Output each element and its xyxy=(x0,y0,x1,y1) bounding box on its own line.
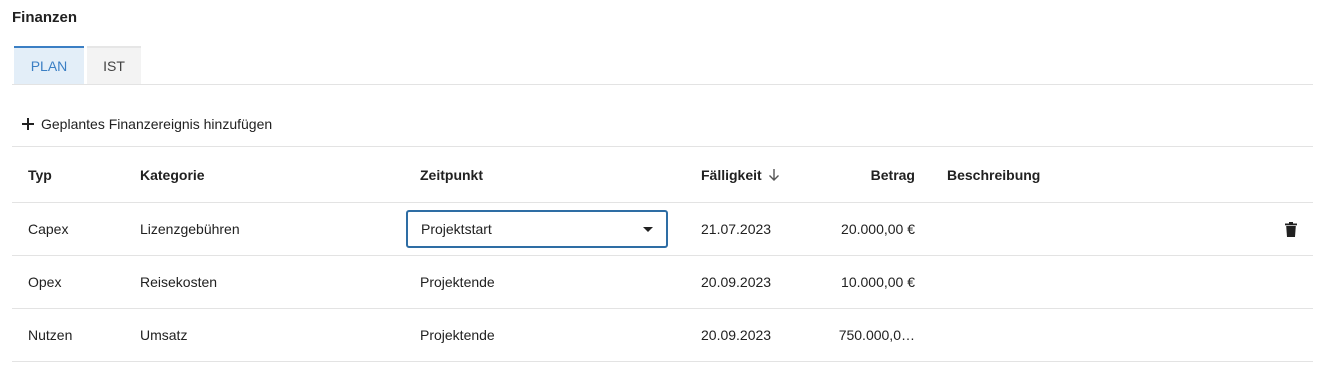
cell-faelligkeit: 20.09.2023 xyxy=(701,327,772,343)
cell-betrag: 750.000,0… xyxy=(838,327,915,343)
cell-typ: Nutzen xyxy=(28,327,73,343)
trash-icon xyxy=(1285,221,1297,237)
tab-ist[interactable]: IST xyxy=(87,46,141,84)
table-header-row: Typ Kategorie Zeitpunkt Fälligkeit Betra… xyxy=(12,146,1313,203)
column-header-beschreibung[interactable]: Beschreibung xyxy=(947,147,1040,202)
cell-kategorie: Lizenzgebühren xyxy=(140,221,240,237)
zeitpunkt-select-value: Projektstart xyxy=(421,221,492,237)
arrow-down-icon[interactable] xyxy=(768,168,780,182)
plus-icon xyxy=(22,118,34,130)
add-planned-event-label: Geplantes Finanzereignis hinzufügen xyxy=(41,116,273,132)
tab-divider xyxy=(12,84,1313,85)
column-header-faelligkeit[interactable]: Fälligkeit xyxy=(701,147,780,202)
cell-zeitpunkt: Projektende xyxy=(420,274,495,290)
cell-faelligkeit: 20.09.2023 xyxy=(701,274,772,290)
table-row[interactable]: Capex Lizenzgebühren Projektstart 21.07.… xyxy=(12,203,1313,256)
cell-betrag: 20.000,00 € xyxy=(841,221,915,237)
cell-typ: Capex xyxy=(28,221,69,237)
column-header-betrag[interactable]: Betrag xyxy=(812,147,915,202)
column-header-typ[interactable]: Typ xyxy=(28,147,52,202)
tab-bar: PLAN IST xyxy=(14,46,141,84)
cell-kategorie: Umsatz xyxy=(140,327,188,343)
finance-table: Typ Kategorie Zeitpunkt Fälligkeit Betra… xyxy=(12,146,1313,362)
tab-plan[interactable]: PLAN xyxy=(14,46,84,84)
table-row[interactable]: Opex Reisekosten Projektende 20.09.2023 … xyxy=(12,256,1313,309)
dropdown-arrow-icon xyxy=(643,227,653,232)
table-row[interactable]: Nutzen Umsatz Projektende 20.09.2023 750… xyxy=(12,309,1313,362)
delete-button[interactable] xyxy=(1280,203,1302,255)
cell-betrag: 10.000,00 € xyxy=(841,274,915,290)
add-planned-event-button[interactable]: Geplantes Finanzereignis hinzufügen xyxy=(22,114,272,134)
column-header-zeitpunkt[interactable]: Zeitpunkt xyxy=(420,147,483,202)
column-header-faelligkeit-label: Fälligkeit xyxy=(701,166,762,183)
cell-kategorie: Reisekosten xyxy=(140,274,218,290)
column-header-kategorie[interactable]: Kategorie xyxy=(140,147,205,202)
section-title: Finanzen xyxy=(12,9,78,26)
cell-typ: Opex xyxy=(28,274,62,290)
cell-zeitpunkt: Projektende xyxy=(420,327,495,343)
zeitpunkt-select[interactable]: Projektstart xyxy=(406,210,668,248)
cell-faelligkeit: 21.07.2023 xyxy=(701,221,772,237)
